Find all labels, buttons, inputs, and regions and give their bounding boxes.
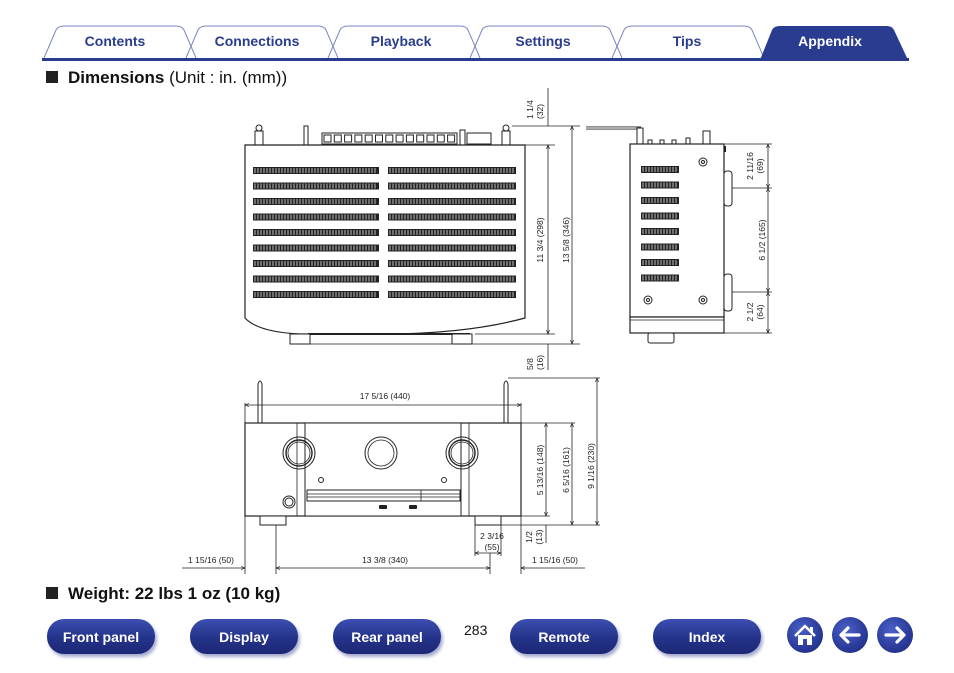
svg-text:(16): (16): [535, 355, 545, 370]
rear-connector: [375, 134, 383, 143]
top-front-protrusion-in: 5/8: [525, 358, 535, 370]
front-foot-width-in: 2 3/16: [480, 531, 504, 541]
front-body-height: 5 13/16 (148): [535, 445, 545, 496]
forward-arrow-icon: [884, 626, 906, 644]
vent-grille: [388, 229, 516, 236]
front-foot-width-mm: (55): [484, 542, 499, 552]
weight-title: Weight: 22 lbs 1 oz (10 kg): [68, 584, 281, 603]
home-icon: [794, 624, 816, 645]
remote-button[interactable]: Remote: [510, 619, 618, 654]
side-upper-in: 2 11/16: [745, 152, 755, 180]
front-left-offset: 1 15/16 (50): [188, 555, 234, 565]
top-front-protrusion-mm: (16): [535, 355, 545, 370]
front-width: 17 5/16 (440): [360, 391, 411, 401]
rear-connector: [416, 134, 425, 143]
vent-grille: [388, 260, 516, 267]
side-view-drawing: 2 11/16 (69) 6 1/2 (165) 2 1/2 (64): [586, 126, 772, 344]
front-foot-height-in: 1/2: [524, 531, 534, 543]
page-number: 283: [464, 622, 488, 638]
front-foot-height-mm: (13): [534, 529, 544, 544]
bullet-square-icon: [46, 587, 58, 599]
front-height-with-feet: 6 5/16 (161): [561, 447, 571, 493]
rear-connector: [364, 134, 373, 143]
side-upper-mm: (69): [755, 158, 765, 173]
front-view-drawing: 17 5/16 (440) 5 13/16 (148) 6 5/16 (161)…: [182, 378, 600, 574]
vent-grille: [388, 275, 516, 283]
rear-connector: [447, 134, 456, 143]
back-button[interactable]: [832, 617, 868, 653]
front-panel-button[interactable]: Front panel: [47, 619, 155, 654]
side-middle: 6 1/2 (165): [757, 219, 767, 260]
front-height-with-antenna: 9 1/16 (230): [586, 443, 596, 489]
home-button[interactable]: [787, 617, 823, 653]
weight-heading: Weight: 22 lbs 1 oz (10 kg): [46, 584, 280, 604]
dimension-drawings: 1 1/4 (32) 11 3/4 (298) 13 5/8 (346) 5/8…: [182, 88, 772, 574]
top-body-depth: 11 3/4 (298): [535, 217, 545, 262]
front-right-offset: 1 15/16 (50): [532, 555, 578, 565]
index-button[interactable]: Index: [653, 619, 761, 654]
rear-connector: [323, 134, 332, 143]
rear-panel-button[interactable]: Rear panel: [333, 619, 441, 654]
vent-grille: [388, 291, 516, 298]
svg-text:1 1/4: 1 1/4: [525, 100, 535, 119]
forward-button[interactable]: [877, 617, 913, 653]
front-foot-spacing: 13 3/8 (340): [362, 555, 408, 565]
vent-grille: [388, 198, 516, 205]
display-button[interactable]: Display: [190, 619, 298, 654]
vent-grille: [388, 213, 516, 221]
back-arrow-icon: [839, 626, 861, 644]
vent-grille: [388, 167, 516, 174]
rear-connector: [395, 134, 404, 143]
rear-connector: [344, 134, 353, 143]
rear-connector: [436, 134, 445, 143]
svg-text:(32): (32): [535, 104, 545, 119]
rear-connector: [354, 134, 363, 143]
top-total-depth: 13 5/8 (346): [561, 217, 571, 263]
rear-connector: [333, 134, 342, 143]
rear-connector: [385, 134, 394, 143]
top-rear-protrusion-mm: (32): [535, 104, 545, 119]
side-lower-in: 2 1/2: [745, 302, 755, 321]
top-view-drawing: 1 1/4 (32) 11 3/4 (298) 13 5/8 (346) 5/8…: [244, 88, 580, 370]
vent-grille: [388, 182, 516, 190]
vent-grille: [388, 244, 516, 252]
rear-connector: [405, 134, 414, 143]
top-rear-protrusion-in: 1 1/4: [525, 100, 535, 119]
rear-connector: [426, 134, 435, 143]
svg-text:5/8: 5/8: [525, 358, 535, 370]
side-lower-mm: (64): [755, 304, 765, 319]
